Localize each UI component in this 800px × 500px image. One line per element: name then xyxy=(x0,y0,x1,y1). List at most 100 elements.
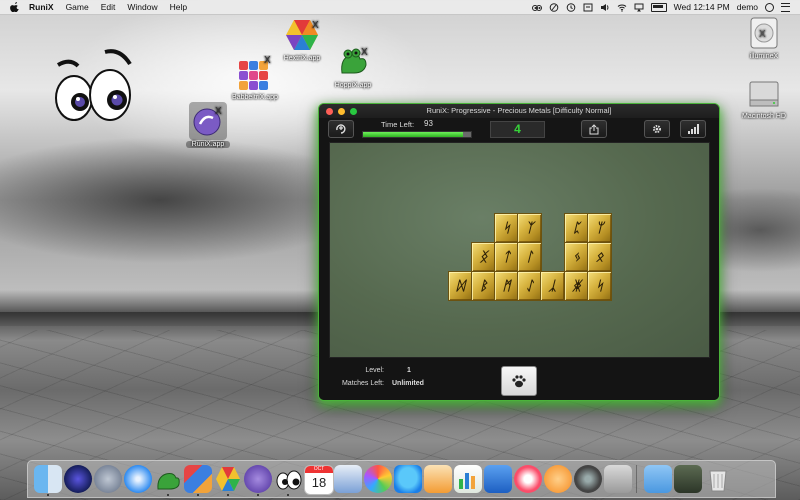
siri-icon[interactable] xyxy=(64,465,92,493)
notification-center-icon[interactable] xyxy=(781,2,790,12)
menu-app-name[interactable]: RuniX xyxy=(29,2,54,12)
menu-edit[interactable]: Edit xyxy=(101,2,116,12)
wifi-icon[interactable] xyxy=(617,3,627,12)
window-titlebar[interactable]: RuniX: Progressive - Precious Metals [Di… xyxy=(319,104,719,118)
music-icon[interactable] xyxy=(514,465,542,493)
timemachine-icon[interactable] xyxy=(566,2,576,12)
rune-tile[interactable]: ᛒ xyxy=(471,271,496,301)
calendar-day: 18 xyxy=(311,475,327,490)
game-board[interactable]: ᛋ ᛉ ᛈ ᛘ ᛝ ᛏ ᛚ ᛃ ᛟ ᛞ ᛒ ᛗ ᛇ ᛣ ᛤ ᛋ xyxy=(329,142,710,358)
desktop-icon-babbeltrix[interactable]: X BabbeltriX.app xyxy=(225,55,285,101)
finder-icon[interactable] xyxy=(34,465,62,493)
xcode-status-icon[interactable] xyxy=(549,2,559,12)
launchpad-icon[interactable] xyxy=(94,465,122,493)
share-icon xyxy=(589,123,599,134)
hextrix-icon[interactable] xyxy=(214,465,242,493)
rune-tile[interactable]: ᛤ xyxy=(564,271,589,301)
trash-icon[interactable] xyxy=(704,465,732,493)
pages-icon[interactable] xyxy=(424,465,452,493)
downloads-folder-icon[interactable] xyxy=(644,465,672,493)
airplay-icon[interactable] xyxy=(634,3,644,12)
desktop-icon-illuminex[interactable]: X illumineX xyxy=(738,16,790,60)
eyes-dock-glyph xyxy=(276,470,302,490)
babbeltrix-app-icon: X xyxy=(239,55,271,90)
numbers-icon[interactable] xyxy=(454,465,482,493)
eyes-desktop-decoration xyxy=(55,49,132,121)
menu-user[interactable]: demo xyxy=(737,2,758,12)
rune-tile[interactable]: ᛘ xyxy=(587,213,612,243)
rune-tile[interactable]: ᛚ xyxy=(517,242,542,272)
rune-tile[interactable]: ᛝ xyxy=(471,242,496,272)
keynote-icon[interactable] xyxy=(484,465,512,493)
hextrix-app-icon: X xyxy=(286,20,319,50)
rune-tile[interactable]: ᛋ xyxy=(494,213,519,243)
calendar-month: OCT xyxy=(305,466,333,473)
hoppix-icon[interactable] xyxy=(154,465,182,493)
hoppix-dock-glyph xyxy=(157,473,180,490)
new-game-button[interactable] xyxy=(328,120,354,138)
svg-text:X: X xyxy=(312,20,319,31)
statistics-button[interactable] xyxy=(680,120,706,138)
time-left-progress-fill xyxy=(363,132,464,137)
running-indicator xyxy=(257,494,259,496)
screenshot-icon[interactable] xyxy=(674,465,702,493)
trash-can-glyph xyxy=(709,470,727,492)
calendar-icon[interactable]: OCT 18 xyxy=(304,465,334,495)
matches-left-label: Matches Left: xyxy=(341,380,384,387)
books-icon[interactable] xyxy=(544,465,572,493)
apple-menu-icon[interactable] xyxy=(10,2,20,12)
svg-text:X: X xyxy=(759,29,766,40)
time-left-value: 93 xyxy=(424,119,433,128)
dock-separator xyxy=(636,465,637,493)
notification-status-icon[interactable] xyxy=(583,3,593,12)
system-preferences-icon[interactable] xyxy=(574,465,602,493)
share-button[interactable] xyxy=(581,120,607,138)
settings-button[interactable] xyxy=(644,120,670,138)
runix-game-window: RuniX: Progressive - Precious Metals [Di… xyxy=(319,104,719,400)
rune-tile[interactable]: ᛋ xyxy=(587,271,612,301)
xcode-icon[interactable] xyxy=(604,465,632,493)
desktop-icon-label: BabbeltriX.app xyxy=(232,94,278,101)
menu-window[interactable]: Window xyxy=(127,2,157,12)
desktop-icon-label: HoppiX.app xyxy=(334,82,372,89)
rune-tile[interactable]: ᛣ xyxy=(540,271,565,301)
photos-icon[interactable] xyxy=(364,465,392,493)
rune-tile[interactable]: ᛈ xyxy=(564,213,589,243)
menu-game[interactable]: Game xyxy=(66,2,89,12)
hint-button[interactable] xyxy=(501,366,537,396)
paw-print-icon xyxy=(512,375,526,388)
running-indicator xyxy=(287,494,289,496)
rune-tile[interactable]: ᛏ xyxy=(494,242,519,272)
hoppix-app-icon: X xyxy=(341,47,368,74)
running-indicator xyxy=(197,494,199,496)
rune-tile[interactable]: ᛟ xyxy=(587,242,612,272)
eyes-status-icon[interactable] xyxy=(531,3,542,12)
desktop-icon-macintosh-hd[interactable]: Macintosh HD xyxy=(734,78,794,120)
rune-tile[interactable]: ᛇ xyxy=(517,271,542,301)
safari-icon[interactable] xyxy=(124,465,152,493)
rune-tile[interactable]: ᛗ xyxy=(494,271,519,301)
running-indicator xyxy=(47,494,49,496)
signal-bars-icon xyxy=(688,124,699,134)
menu-clock[interactable]: Wed 12:14 PM xyxy=(674,2,730,12)
menu-help[interactable]: Help xyxy=(170,2,187,12)
desktop-icon-label: illumineX xyxy=(749,53,779,60)
rune-tile[interactable]: ᛞ xyxy=(448,271,473,301)
illuminex-icon[interactable] xyxy=(274,465,302,493)
volume-icon[interactable] xyxy=(600,3,610,12)
time-left-label: Time Left: xyxy=(381,120,415,129)
battery-icon[interactable] xyxy=(650,2,667,12)
svg-text:X: X xyxy=(264,55,271,66)
running-indicator xyxy=(227,494,229,496)
rune-tile[interactable]: ᛃ xyxy=(564,242,589,272)
preview-icon[interactable] xyxy=(334,465,362,493)
rune-tile[interactable]: ᛉ xyxy=(517,213,542,243)
messages-icon[interactable] xyxy=(394,465,422,493)
desktop-icon-runix[interactable]: X RuniX.app xyxy=(186,102,230,148)
runix-icon[interactable] xyxy=(244,465,272,493)
desktop-icon-hoppix[interactable]: X HoppiX.app xyxy=(328,45,378,89)
desktop-icon-label: Macintosh HD xyxy=(742,113,786,120)
babbeltrix-icon[interactable] xyxy=(184,465,212,493)
spotlight-search-icon[interactable] xyxy=(765,2,774,12)
hextrix-dock-glyph xyxy=(216,467,240,491)
